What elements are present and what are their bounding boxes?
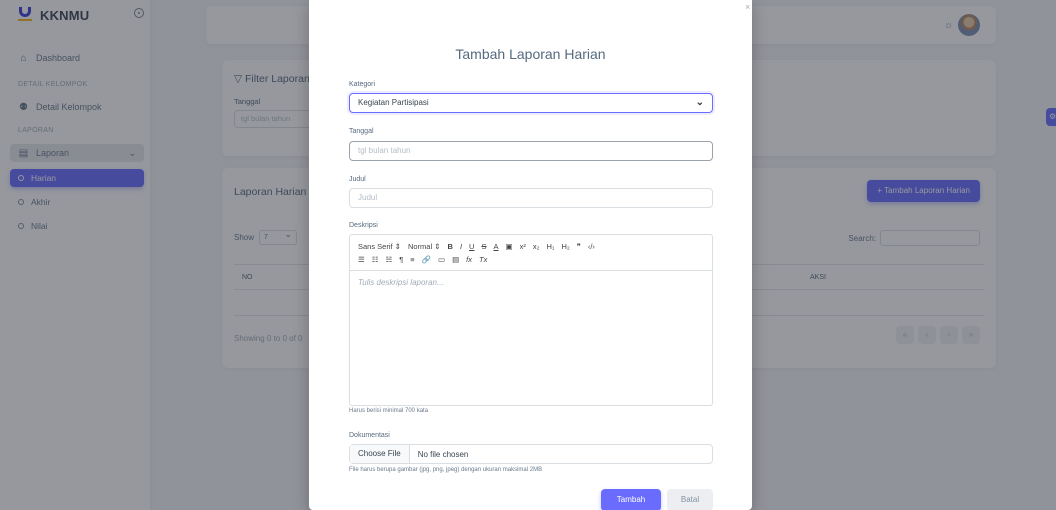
editor-content[interactable]: Tulis deskripsi laporan...	[350, 271, 712, 294]
submit-button[interactable]: Tambah	[601, 489, 661, 510]
judul-input[interactable]: Judul	[349, 188, 713, 208]
italic-button[interactable]: I	[460, 242, 462, 251]
close-icon[interactable]: ×	[745, 2, 750, 12]
tanggal-label: Tanggal	[349, 128, 374, 135]
code-button[interactable]: ‹/›	[588, 242, 595, 251]
file-status: No file chosen	[417, 449, 469, 459]
choose-file-button[interactable]: Choose File	[350, 445, 410, 463]
toolbar-row: Sans Serif ⇕ Normal ⇕ B I U S A ▣ x² x₂ …	[358, 240, 704, 253]
blockquote-button[interactable]: ❞	[577, 242, 581, 251]
video-icon[interactable]: ▤	[452, 255, 459, 264]
clear-format-icon[interactable]: Tx	[479, 255, 487, 264]
kategori-value: Kegiatan Partisipasi	[358, 98, 429, 107]
editor-toolbar: Sans Serif ⇕ Normal ⇕ B I U S A ▣ x² x₂ …	[350, 235, 712, 271]
cancel-button[interactable]: Batal	[667, 489, 713, 510]
font-size-select[interactable]: Normal ⇕	[408, 242, 441, 251]
kategori-select[interactable]: Kegiatan Partisipasi ⌄	[349, 93, 713, 113]
subscript-button[interactable]: x₂	[533, 242, 540, 251]
image-icon[interactable]: ▭	[438, 255, 445, 264]
dokumentasi-label: Dokumentasi	[349, 432, 390, 439]
font-family-select[interactable]: Sans Serif ⇕	[358, 242, 401, 251]
superscript-button[interactable]: x²	[520, 242, 526, 251]
chevron-down-icon: ⌄	[695, 97, 704, 108]
heading1-button[interactable]: H₁	[547, 242, 555, 251]
dokumentasi-file-input[interactable]: Choose File No file chosen	[349, 444, 713, 464]
add-report-modal: × Tambah Laporan Harian Kategori Kegiata…	[309, 0, 752, 510]
file-help: File harus berupa gambar (jpg, png, jpeg…	[349, 467, 543, 473]
background-color-button[interactable]: ▣	[505, 242, 512, 251]
bullet-list-icon[interactable]: ☷	[372, 255, 379, 264]
text-direction-icon[interactable]: ¶	[399, 255, 403, 264]
heading2-button[interactable]: H₂	[561, 242, 569, 251]
kategori-label: Kategori	[349, 81, 376, 88]
strike-button[interactable]: S	[481, 242, 486, 251]
formula-icon[interactable]: fx	[466, 255, 472, 264]
toolbar-row: ☰ ☷ ☵ ¶ ≡ 🔗 ▭ ▤ fx Tx	[358, 253, 704, 266]
bold-button[interactable]: B	[448, 242, 453, 251]
text-color-button[interactable]: A	[493, 242, 498, 251]
judul-label: Judul	[349, 176, 366, 183]
rich-text-editor: Sans Serif ⇕ Normal ⇕ B I U S A ▣ x² x₂ …	[349, 234, 713, 406]
align-icon[interactable]: ≡	[410, 255, 414, 264]
deskripsi-label: Deskripsi	[349, 222, 378, 229]
link-icon[interactable]: 🔗	[422, 255, 431, 264]
ordered-list-icon[interactable]: ☰	[358, 255, 365, 264]
tanggal-input[interactable]: tgl bulan tahun	[349, 141, 713, 161]
modal-title: Tambah Laporan Harian	[455, 46, 606, 62]
underline-button[interactable]: U	[469, 242, 474, 251]
deskripsi-help: Harus berisi minimal 700 kata	[349, 408, 429, 414]
indent-icon[interactable]: ☵	[385, 255, 392, 264]
